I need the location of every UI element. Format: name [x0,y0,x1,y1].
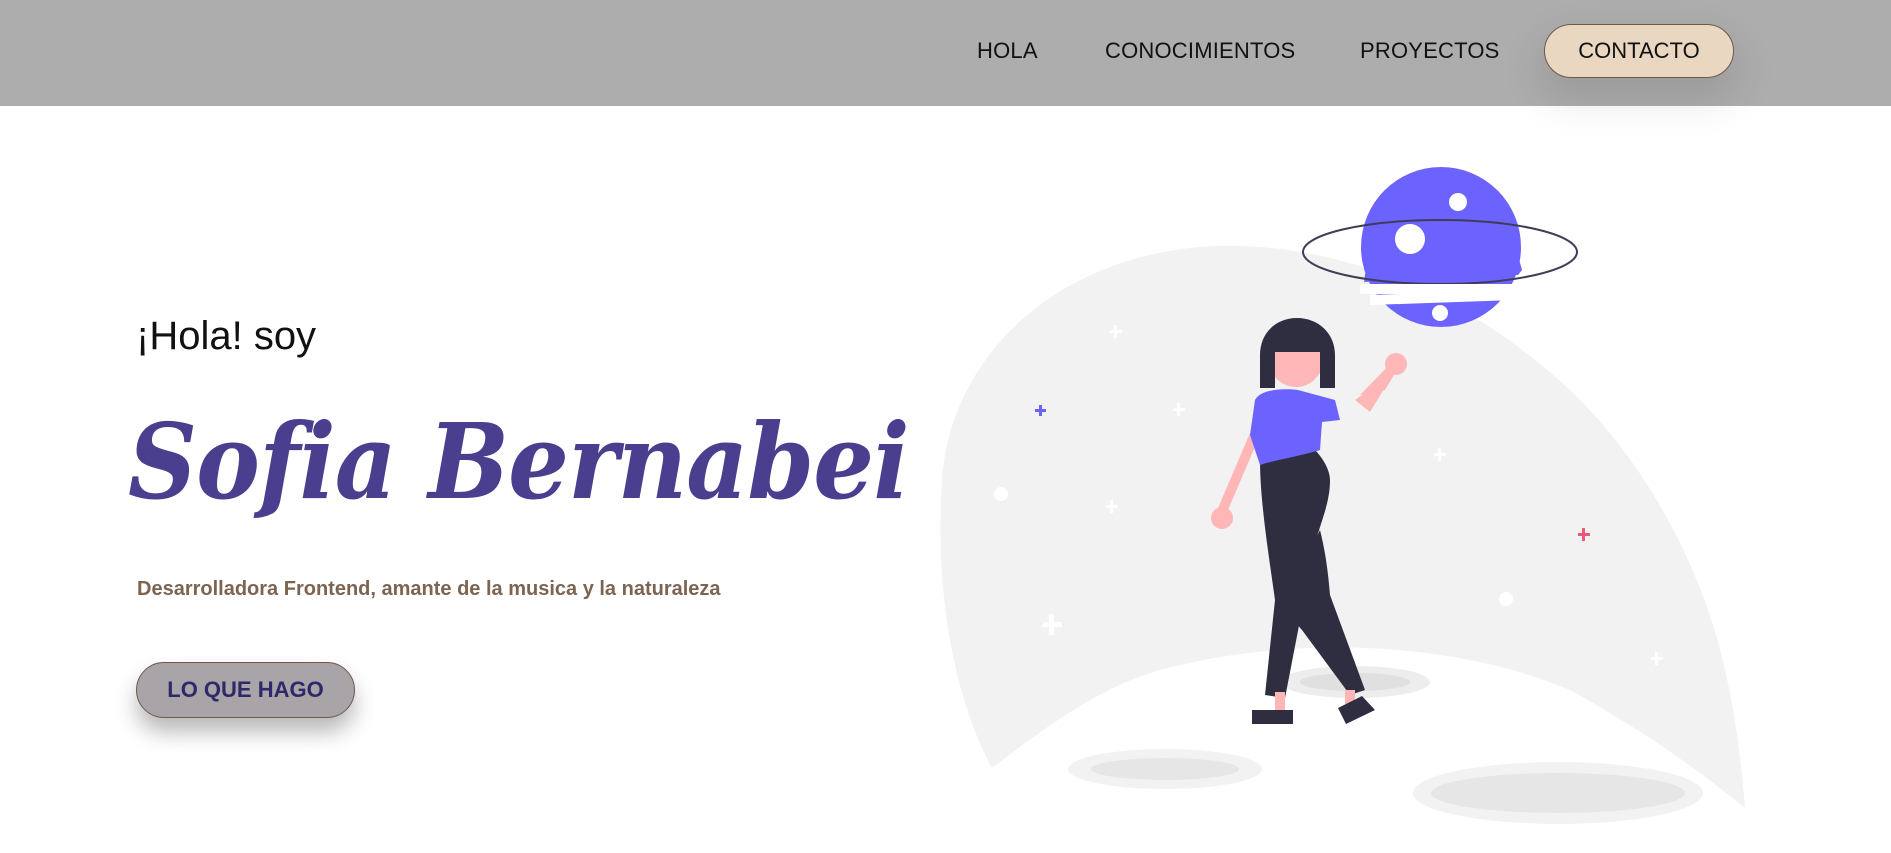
crater [1431,773,1685,813]
hero-name: Sofia Bernabei [128,400,910,523]
nav-link-hola[interactable]: HOLA [977,38,1038,64]
crater [1091,758,1239,780]
hero-greeting: ¡Hola! soy [136,314,317,358]
moon-shape [940,245,1745,809]
contact-button[interactable]: CONTACTO [1544,24,1734,78]
nav-link-conocimientos[interactable]: CONOCIMIENTOS [1105,38,1295,64]
astronaut-girl-planet-illustration [940,167,1745,824]
nav-link-proyectos[interactable]: PROYECTOS [1360,38,1500,64]
top-navbar: HOLA CONOCIMIENTOS PROYECTOS CONTACTO [0,0,1891,106]
lo-que-hago-button[interactable]: LO QUE HAGO [136,662,355,718]
hero-tagline: Desarrolladora Frontend, amante de la mu… [137,578,721,600]
